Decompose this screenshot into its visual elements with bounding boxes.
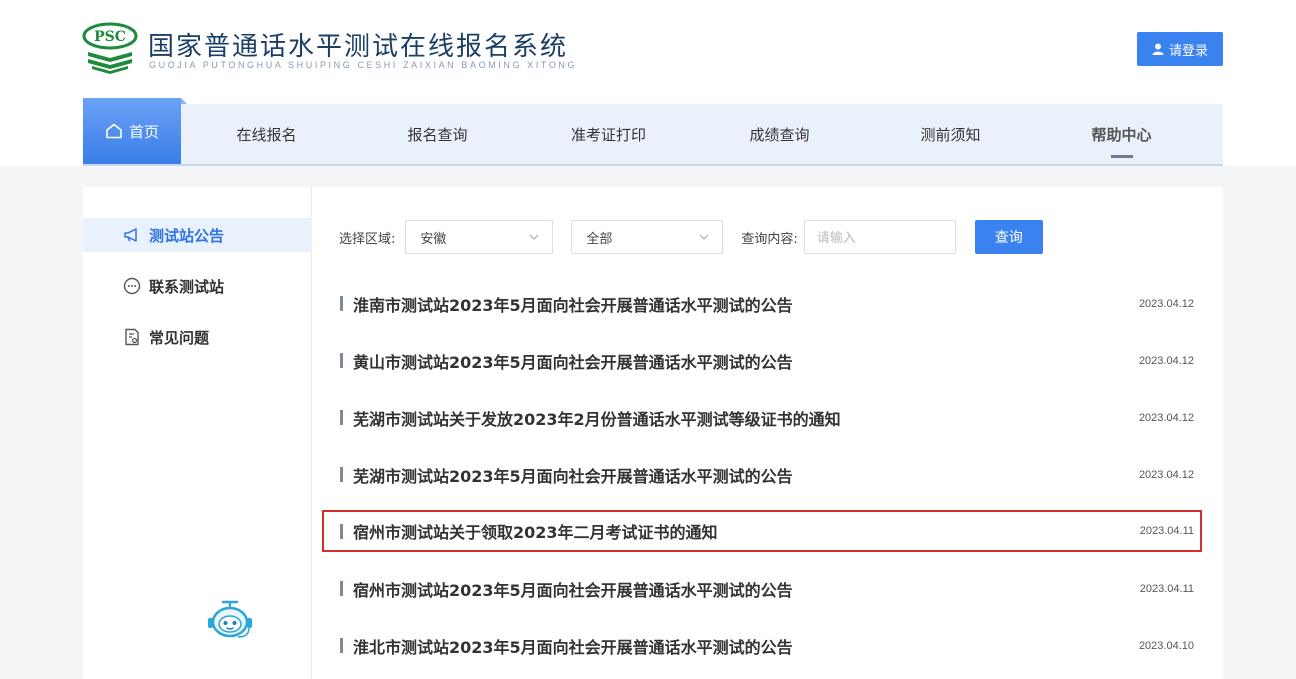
notice-title: 宿州市测试站关于领取2023年二月考试证书的通知	[353, 523, 718, 542]
list-item[interactable]: 黄山市测试站2023年5月面向社会开展普通话水平测试的公告 2023.04.12	[322, 332, 1202, 389]
sidebar-item-label: 测试站公告	[149, 226, 225, 245]
notice-date: 2023.04.11	[1139, 525, 1194, 537]
bullet-bar	[340, 638, 343, 653]
notice-date: 2023.04.11	[1139, 582, 1194, 595]
chevron-down-icon	[699, 234, 709, 240]
user-icon	[1152, 43, 1164, 55]
megaphone-icon	[124, 228, 137, 242]
site-subtitle: GUOJIA PUTONGHUA SHUIPING CESHI ZAIXIAN …	[149, 60, 578, 70]
notice-list: 淮南市测试站2023年5月面向社会开展普通话水平测试的公告 2023.04.12…	[322, 275, 1202, 674]
sidebar-item-label: 常见问题	[149, 328, 210, 347]
content-card: 测试站公告 联系测试站 常见问题 选择区域: 安徽 全部 查询内容: 请输入 查…	[83, 187, 1223, 679]
nav-item-score-query[interactable]: 成绩查询	[694, 104, 865, 164]
site-logo[interactable]: PSC 国家普通话水平测试在线报名系统 GUOJIA PUTONGHUA SHU…	[82, 22, 602, 78]
notice-title: 宿州市测试站2023年5月面向社会开展普通话水平测试的公告	[353, 580, 793, 600]
robot-assistant-icon[interactable]	[205, 597, 255, 641]
chat-bubble-icon	[123, 277, 141, 295]
notice-title: 淮北市测试站2023年5月面向社会开展普通话水平测试的公告	[353, 637, 793, 657]
bullet-bar	[340, 296, 343, 311]
notice-date: 2023.04.12	[1138, 354, 1194, 367]
notice-title: 芜湖市测试站关于发放2023年2月份普通话水平测试等级证书的通知	[353, 409, 841, 429]
notice-title: 黄山市测试站2023年5月面向社会开展普通话水平测试的公告	[353, 352, 793, 372]
region-select[interactable]: 安徽	[405, 220, 554, 254]
bullet-bar	[340, 524, 343, 539]
region-value: 安徽	[420, 231, 447, 247]
psc-logo-icon: PSC	[82, 22, 138, 74]
nav-item-home[interactable]: 首页	[83, 98, 187, 164]
svg-text:PSC: PSC	[94, 29, 126, 45]
notice-date: 2023.04.10	[1138, 639, 1194, 652]
notice-title: 淮南市测试站2023年5月面向社会开展普通话水平测试的公告	[353, 295, 793, 315]
notice-date: 2023.04.12	[1138, 468, 1194, 481]
search-input[interactable]	[803, 220, 956, 254]
sidebar-item-contact[interactable]: 联系测试站	[83, 269, 312, 303]
list-item[interactable]: 淮南市测试站2023年5月面向社会开展普通话水平测试的公告 2023.04.12	[322, 275, 1202, 332]
chevron-down-icon	[529, 234, 539, 240]
notice-date: 2023.04.12	[1138, 411, 1194, 424]
nav-item-help-center[interactable]: 帮助中心	[1036, 104, 1207, 164]
nav-label: 首页	[128, 122, 159, 141]
nav-item-signup-query[interactable]: 报名查询	[352, 104, 523, 164]
nav-item-pretest-notice[interactable]: 测前须知	[865, 104, 1036, 164]
sidebar-item-faq[interactable]: 常见问题	[83, 320, 312, 354]
sidebar: 测试站公告 联系测试站 常见问题	[83, 187, 312, 679]
notice-title: 芜湖市测试站2023年5月面向社会开展普通话水平测试的公告	[353, 466, 793, 486]
list-item[interactable]: 淮北市测试站2023年5月面向社会开展普通话水平测试的公告 2023.04.10	[322, 617, 1202, 674]
scope-select[interactable]: 全部	[571, 220, 724, 254]
list-item[interactable]: 宿州市测试站2023年5月面向社会开展普通话水平测试的公告 2023.04.11	[322, 560, 1202, 617]
list-item-highlighted[interactable]: 宿州市测试站关于领取2023年二月考试证书的通知 2023.04.11	[322, 510, 1202, 552]
list-item[interactable]: 芜湖市测试站2023年5月面向社会开展普通话水平测试的公告 2023.04.12	[322, 446, 1202, 503]
sidebar-item-notices[interactable]: 测试站公告	[83, 218, 312, 252]
query-button[interactable]: 查询	[974, 220, 1043, 254]
sidebar-item-label: 联系测试站	[149, 277, 225, 296]
region-label: 选择区域:	[339, 231, 396, 247]
scope-value: 全部	[586, 231, 613, 247]
home-icon	[106, 123, 122, 139]
login-label: 请登录	[1168, 43, 1208, 59]
bullet-bar	[340, 410, 343, 425]
nav-item-online-signup[interactable]: 在线报名	[181, 104, 352, 164]
main-nav: 首页 在线报名 报名查询 准考证打印 成绩查询 测前须知 帮助中心	[83, 98, 1223, 166]
header: PSC 国家普通话水平测试在线报名系统 GUOJIA PUTONGHUA SHU…	[0, 0, 1296, 166]
list-item[interactable]: 芜湖市测试站关于发放2023年2月份普通话水平测试等级证书的通知 2023.04…	[322, 389, 1202, 446]
nav-item-admission-print[interactable]: 准考证打印	[523, 104, 694, 164]
login-button[interactable]: 请登录	[1137, 32, 1223, 66]
filter-bar: 选择区域: 安徽 全部 查询内容: 查询	[339, 219, 1043, 255]
notice-date: 2023.04.12	[1138, 297, 1194, 310]
site-title: 国家普通话水平测试在线报名系统	[148, 32, 569, 62]
bullet-bar	[340, 353, 343, 368]
query-label: 查询内容:	[741, 231, 798, 247]
question-doc-icon	[125, 328, 139, 346]
bullet-bar	[340, 581, 343, 596]
bullet-bar	[340, 467, 343, 482]
